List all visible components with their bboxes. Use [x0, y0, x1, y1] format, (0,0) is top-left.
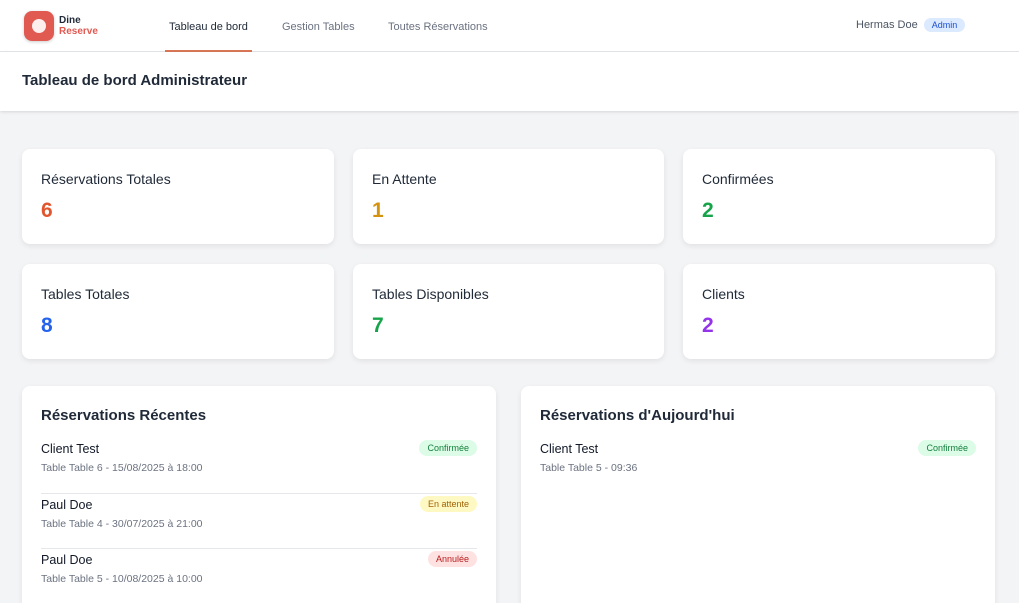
tab-manage-tables[interactable]: Gestion Tables [282, 0, 355, 52]
logo-icon [24, 11, 54, 41]
status-badge: Confirmée [419, 440, 477, 456]
reservation-details: Table Table 6 - 15/08/2025 à 18:00 [41, 462, 203, 474]
reservation-list: Client Test Table Table 5 - 09:36 Confir… [540, 438, 976, 494]
client-name: Client Test [41, 442, 100, 456]
reservation-details: Table Table 5 - 10/08/2025 à 10:00 [41, 573, 203, 585]
list-item[interactable]: Paul Doe Table Table 4 - 30/07/2025 à 21… [41, 494, 477, 549]
brand-name: Dine Reserve [59, 15, 98, 37]
reservation-details: Table Table 5 - 09:36 [540, 462, 638, 474]
stat-card-total-tables: Tables Totales 8 [22, 264, 334, 359]
list-item[interactable]: Client Test Table Table 5 - 09:36 Confir… [540, 438, 976, 494]
top-navbar: Dine Reserve Tableau de bord Gestion Tab… [0, 0, 1019, 52]
user-name: Hermas Doe [856, 19, 918, 31]
role-badge: Admin [923, 18, 966, 32]
client-name: Paul Doe [41, 497, 93, 512]
brand-line1: Dine [59, 15, 81, 26]
status-badge: En attente [419, 495, 477, 512]
stat-label: Clients [702, 286, 745, 302]
panel-title: Réservations Récentes [41, 407, 207, 424]
stat-label: Tables Disponibles [372, 286, 489, 302]
tab-all-reservations[interactable]: Toutes Réservations [388, 0, 488, 52]
client-name: Paul Doe [41, 553, 93, 567]
list-item[interactable]: Paul Doe Table Table 5 - 10/08/2025 à 10… [41, 549, 477, 603]
stat-value: 1 [372, 199, 384, 222]
stat-value: 8 [41, 314, 53, 337]
stat-card-total-reservations: Réservations Totales 6 [22, 149, 334, 244]
stat-label: En Attente [372, 171, 437, 187]
status-badge: Confirmée [918, 440, 976, 456]
today-reservations-panel: Réservations d'Aujourd'hui Client Test T… [521, 386, 995, 603]
brand-logo[interactable]: Dine Reserve [24, 11, 98, 41]
panel-title: Réservations d'Aujourd'hui [540, 407, 735, 424]
recent-reservations-panel: Réservations Récentes Client Test Table … [22, 386, 496, 603]
stat-card-confirmed: Confirmées 2 [683, 149, 995, 244]
stat-value: 2 [702, 199, 714, 222]
stat-card-clients: Clients 2 [683, 264, 995, 359]
user-menu[interactable]: Hermas Doe Admin [856, 18, 966, 32]
reservation-details: Table Table 4 - 30/07/2025 à 21:00 [41, 517, 203, 530]
stat-value: 2 [702, 314, 714, 337]
reservation-list: Client Test Table Table 6 - 15/08/2025 à… [41, 438, 477, 603]
brand-line2: Reserve [59, 26, 98, 37]
stat-label: Réservations Totales [41, 171, 171, 187]
status-badge: Annulée [427, 551, 477, 567]
stat-card-pending: En Attente 1 [353, 149, 664, 244]
page-header: Tableau de bord Administrateur [0, 52, 1019, 111]
stat-card-available-tables: Tables Disponibles 7 [353, 264, 664, 359]
list-item[interactable]: Client Test Table Table 6 - 15/08/2025 à… [41, 438, 477, 494]
stat-value: 6 [41, 199, 53, 222]
page-title: Tableau de bord Administrateur [22, 72, 248, 89]
stat-label: Tables Totales [41, 286, 130, 302]
stat-value: 7 [372, 314, 384, 337]
stat-label: Confirmées [702, 171, 774, 187]
tab-dashboard[interactable]: Tableau de bord [165, 0, 252, 52]
client-name: Client Test [540, 442, 599, 456]
